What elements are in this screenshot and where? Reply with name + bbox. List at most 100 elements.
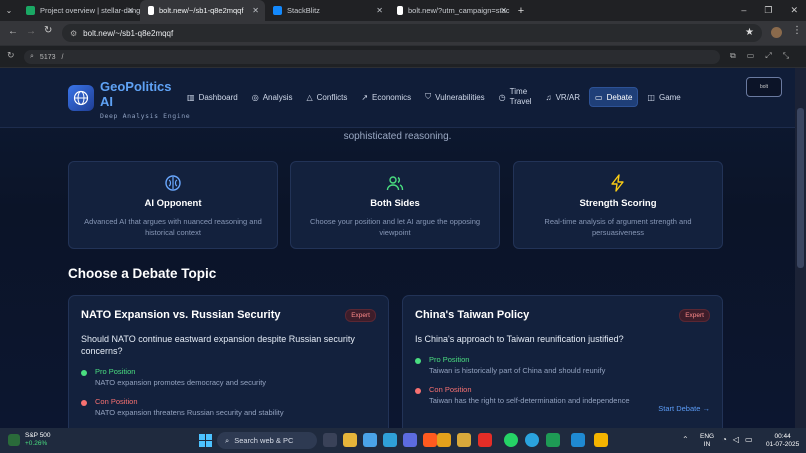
preview-toolbar: ↻ ⌕ 5173 / ⧉ ▭ ⤢ ⤡ [0,45,806,68]
language-indicator[interactable]: ENG IN [700,433,714,449]
close-tab-icon[interactable]: ✕ [252,6,259,15]
globe-logo-icon [68,85,94,111]
difficulty-badge: Expert [679,309,710,322]
nav-label: Vulnerabilities [435,92,485,102]
back-icon[interactable]: ← [8,26,18,37]
user-avatar-button[interactable]: bolt [746,77,782,97]
site-info-icon[interactable]: ⚙ [70,29,77,38]
address-input[interactable]: ⚙ bolt.new/~/sb1-q8e2mqqf ★ [62,24,762,42]
pro-position: Pro Position Taiwan is historically part … [415,355,710,375]
youtube-icon[interactable] [478,433,492,447]
chevron-up-icon[interactable]: ⌃ [682,435,689,444]
vscode-icon[interactable] [571,433,585,447]
tab-search-button[interactable]: ⌄ [0,0,18,21]
avatar-text: bolt [759,84,769,90]
con-position: Con Position Taiwan has the right to self… [415,385,710,405]
pycharm-icon[interactable] [546,433,560,447]
app-icon[interactable] [403,433,417,447]
clock[interactable]: 00:44 01-07-2025 [766,433,799,449]
app-icon[interactable] [423,433,437,447]
con-label: Con Position [95,397,138,406]
file-explorer-icon[interactable] [343,433,357,447]
windows-start-icon[interactable] [199,434,212,447]
bolt-favicon-icon [397,6,403,15]
close-tab-icon[interactable]: ✕ [500,6,507,15]
nav-label: Time Travel [509,87,532,106]
shield-icon: ⛉ [425,92,432,101]
menu-dots-icon[interactable]: ⋮ [792,25,802,36]
nav-conflicts[interactable]: △ Conflicts [301,87,352,107]
windows-taskbar: S&P 500 +0.26% ⌕ Search web & PC ⌃ ENG IN… [0,428,806,453]
feature-title: Both Sides [370,198,420,209]
nav-vulnerabilities[interactable]: ⛉ Vulnerabilities [420,87,490,107]
feature-desc: Choose your position and let AI argue th… [309,217,481,237]
folder-icon[interactable] [457,433,471,447]
lang: ENG [700,433,715,440]
nav-dashboard[interactable]: ▥ Dashboard [182,87,243,107]
stock-change: +0.26% [25,440,48,447]
con-position: Con Position NATO expansion threatens Rus… [81,397,376,417]
close-tab-icon[interactable]: ✕ [127,6,134,15]
pro-dot-icon [81,370,87,376]
close-tab-icon[interactable]: ✕ [376,6,383,15]
tagline: Deep Analysis Engine [100,112,191,120]
main-nav: ▥ Dashboard ◎ Analysis △ Conflicts ↗ Economi… [182,86,686,108]
pro-text: NATO expansion promotes democracy and se… [95,378,267,387]
debate-topic-card-taiwan[interactable]: China's Taiwan Policy Expert Is China's … [402,295,723,428]
nav-time-travel[interactable]: ◷ Time Travel [494,84,537,110]
page-scrollbar[interactable] [795,68,806,428]
stock-widget[interactable]: S&P 500 +0.26% [8,432,51,448]
telegram-icon[interactable] [525,433,539,447]
browser-tab-3[interactable]: StackBlitz ✕ [265,0,389,21]
search-placeholder: Search web & PC [234,436,294,445]
edge-icon[interactable] [383,433,397,447]
feature-card-strength-scoring: Strength Scoring Real-time analysis of a… [513,161,723,249]
refresh-preview-icon[interactable]: ↻ [7,50,15,61]
browser-tab-2[interactable]: bolt.new/~/sb1-q8e2mqqf ✕ [140,0,265,21]
battery-icon[interactable]: ▭ [745,435,753,444]
expand-icon[interactable]: ⤢ [765,51,771,61]
browser-tab-1[interactable]: Project overview | stellar-dange ✕ [18,0,140,21]
nav-label: Debate [606,92,633,102]
nav-game[interactable]: ◫ Game [642,87,685,107]
bookmark-star-icon[interactable]: ★ [745,27,754,38]
volume-icon[interactable]: ◁ [733,435,739,444]
supabase-favicon-icon [26,6,35,15]
wifi-icon[interactable]: ◔ [722,435,727,444]
region: IN [703,441,711,448]
nav-analysis[interactable]: ◎ Analysis [247,87,298,107]
scrollbar-thumb[interactable] [797,108,804,268]
devices-icon[interactable]: ▭ [747,51,755,61]
minimize-icon[interactable]: – [741,5,746,16]
new-tab-button[interactable]: + [513,0,529,21]
nav-economics[interactable]: ↗ Economics [356,87,416,107]
taskbar-search[interactable]: ⌕ Search web & PC [217,432,317,449]
whatsapp-icon[interactable] [504,433,518,447]
nav-label: Game [658,92,681,102]
reload-icon[interactable]: ↻ [44,25,52,36]
debate-topic-card-nato[interactable]: NATO Expansion vs. Russian Security Expe… [68,295,389,428]
nav-label: Dashboard [198,92,238,102]
feature-desc: Advanced AI that argues with nuanced rea… [84,217,262,237]
nav-debate[interactable]: ▭ Debate [589,87,639,107]
maximize-icon[interactable]: ❐ [764,5,772,16]
profile-avatar[interactable] [771,27,782,38]
con-dot-icon [81,400,87,406]
preview-url-input[interactable]: ⌕ 5173 / [24,50,720,64]
nav-vr-ar[interactable]: ♫ VR/AR [541,87,585,107]
app-icon[interactable] [363,433,377,447]
browser-tab-4[interactable]: bolt.new/?utm_campaign=stac ✕ [389,0,513,21]
chrome-icon[interactable] [437,433,451,447]
fullscreen-icon[interactable]: ⤡ [783,51,789,61]
bolt-favicon-icon [148,6,154,15]
nav-label: Conflicts [316,92,348,102]
open-external-icon[interactable]: ⧉ [730,51,736,61]
forward-icon[interactable]: → [26,26,36,37]
drive-icon[interactable] [594,433,608,447]
brain-icon [164,174,182,192]
pro-dot-icon [415,358,421,364]
task-view-icon[interactable] [323,433,337,447]
start-debate-link[interactable]: Start Debate → [658,404,710,413]
close-window-icon[interactable]: ✕ [790,5,798,16]
difficulty-badge: Expert [345,309,376,322]
